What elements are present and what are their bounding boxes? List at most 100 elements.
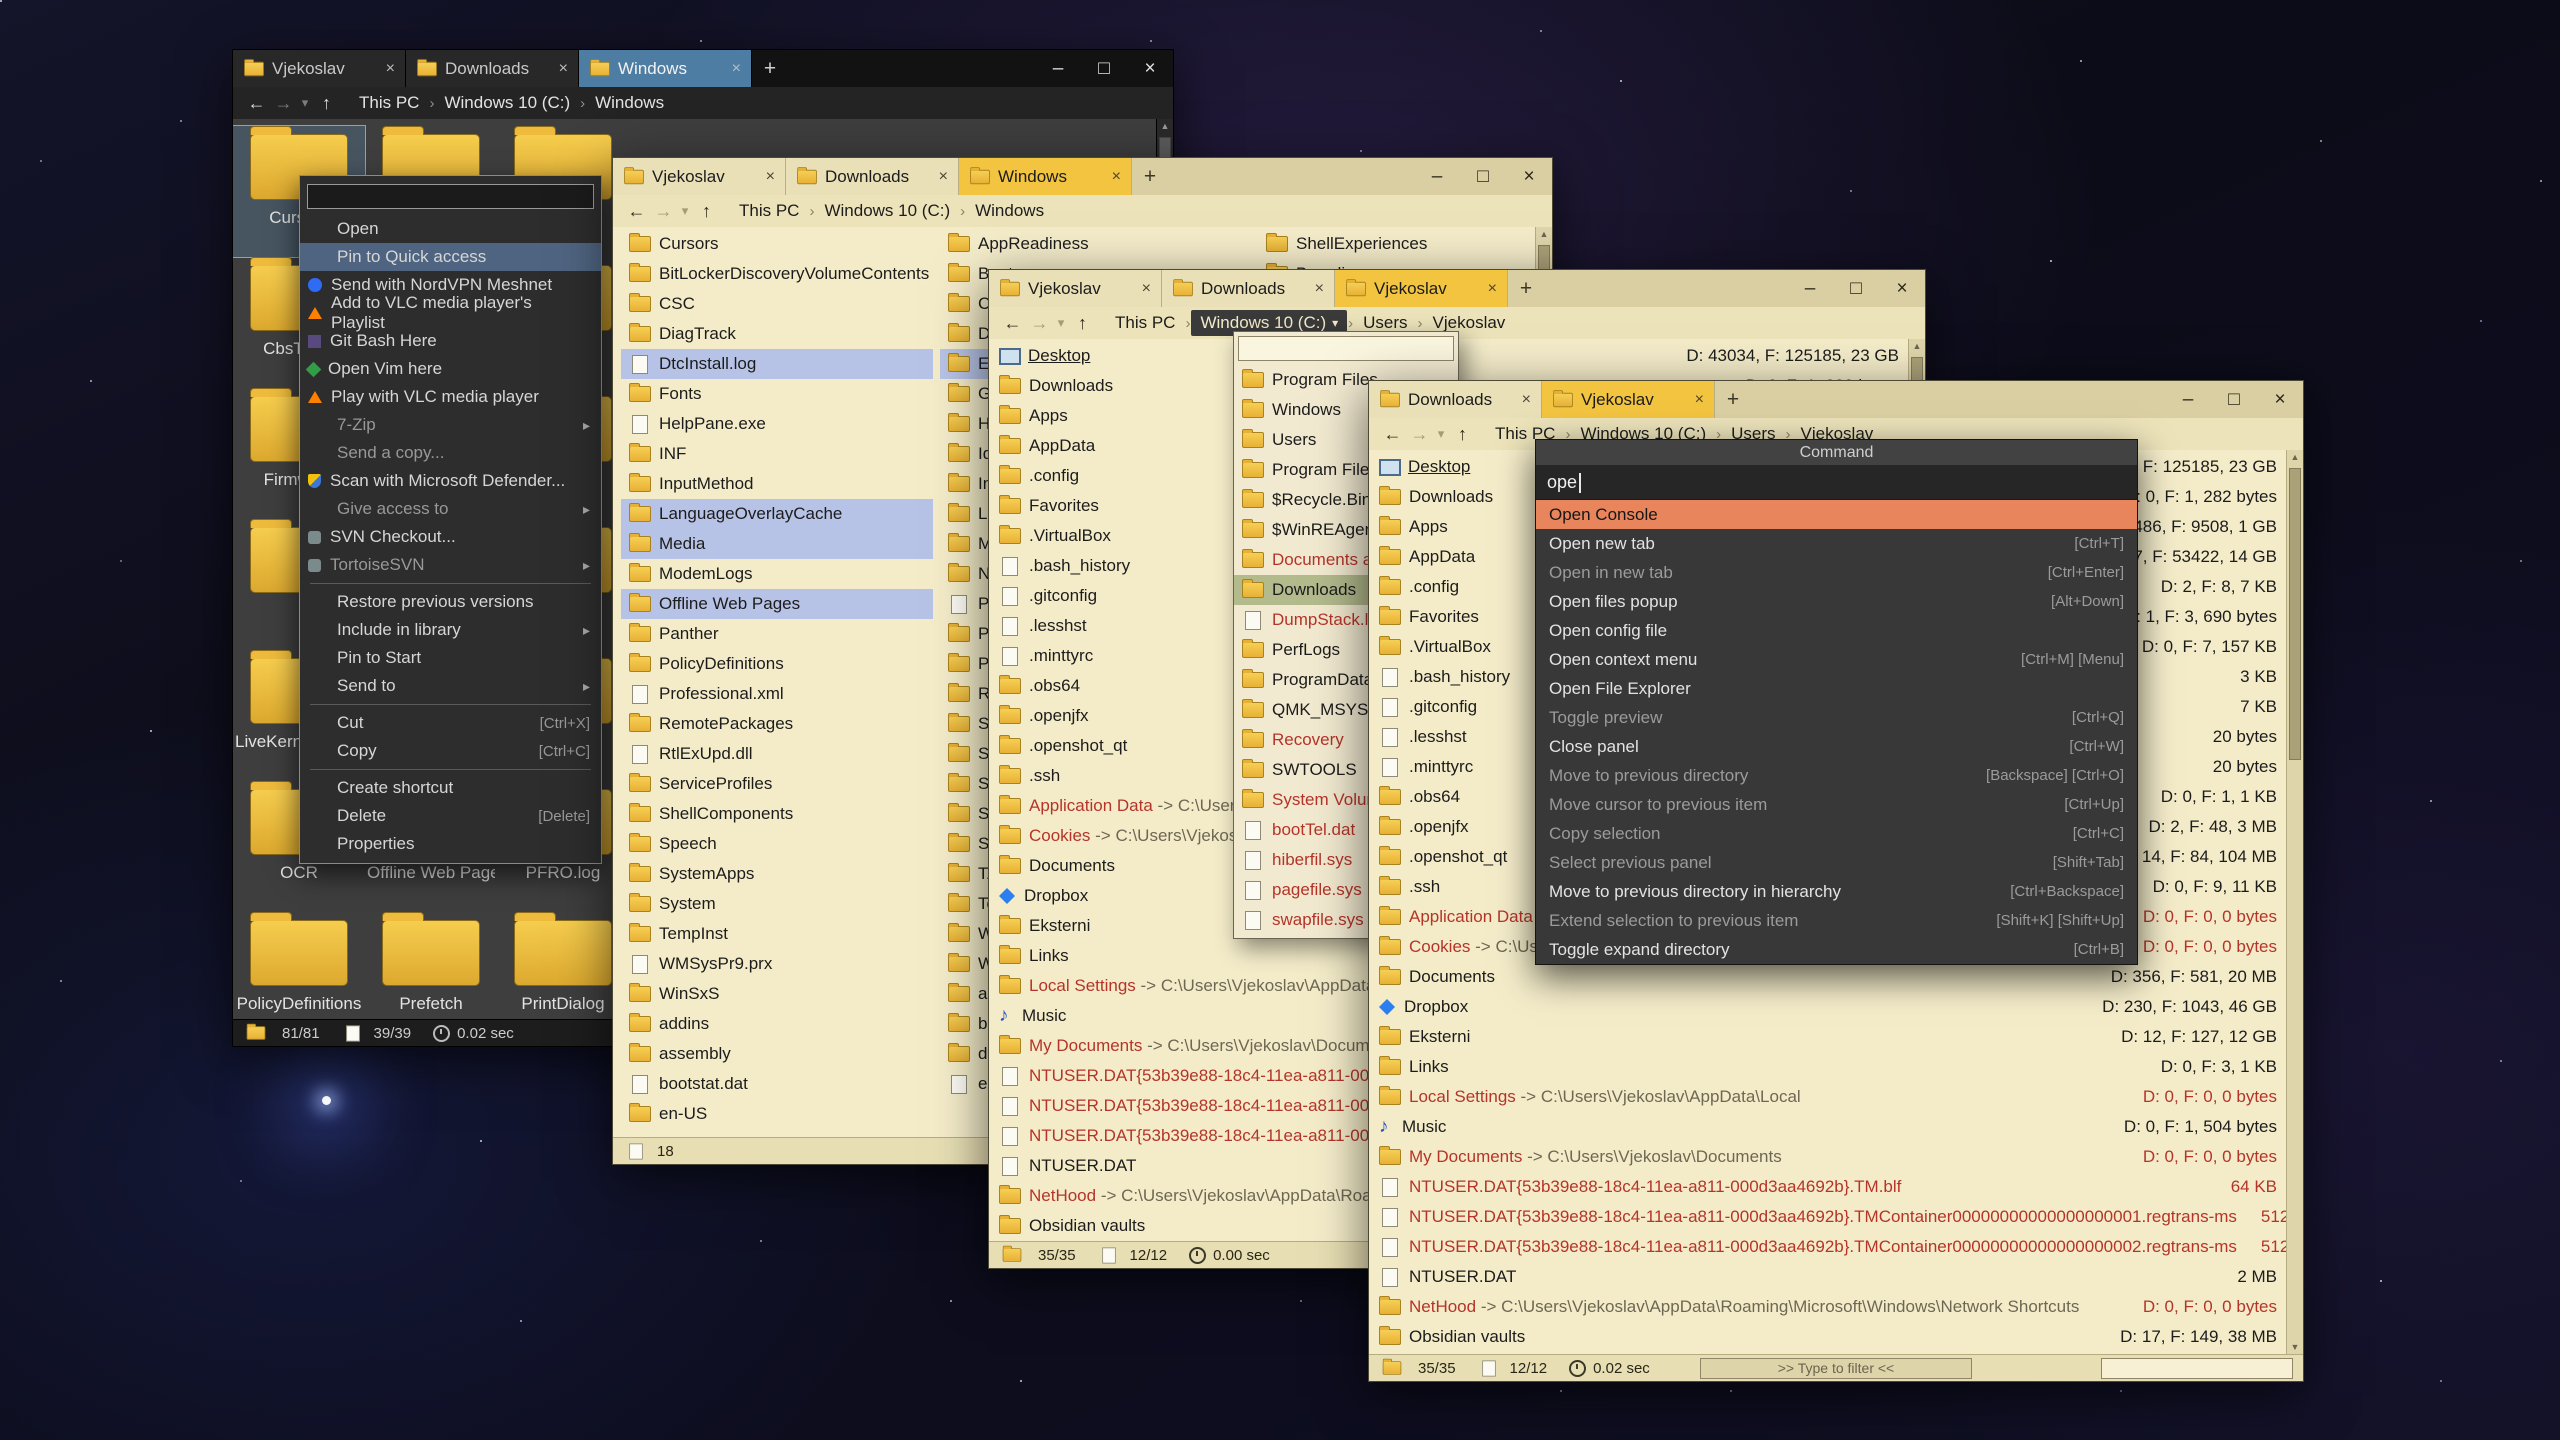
file-row-nethood[interactable]: NetHood -> C:\Users\Vjekoslav\AppData\Ro… bbox=[1369, 1292, 2287, 1322]
tab-vjekoslav-0[interactable]: Vjekoslav× bbox=[613, 158, 786, 195]
file-row-winsxs[interactable]: WinSxS bbox=[621, 979, 933, 1009]
forward-button[interactable]: → bbox=[1026, 313, 1053, 334]
file-row-panther[interactable]: Panther bbox=[621, 619, 933, 649]
file-row-assembly[interactable]: assembly bbox=[621, 1039, 933, 1069]
file-row-diagtrack[interactable]: DiagTrack bbox=[621, 319, 933, 349]
palette-item-open-config-file[interactable]: Open config file bbox=[1536, 616, 2137, 645]
tab-vjekoslav-2[interactable]: Vjekoslav× bbox=[1335, 270, 1508, 307]
file-row-bootstat-dat[interactable]: bootstat.dat bbox=[621, 1069, 933, 1099]
menu-item-pin-to-quick-access[interactable]: Pin to Quick access bbox=[300, 243, 601, 271]
file-row-dropbox[interactable]: DropboxD: 230, F: 1043, 46 GB bbox=[1369, 992, 2287, 1022]
file-row-csc[interactable]: CSC bbox=[621, 289, 933, 319]
crumb-windows-10-c[interactable]: Windows 10 (C:) bbox=[815, 198, 959, 224]
menu-item-tortoisesvn[interactable]: TortoiseSVN▸ bbox=[300, 551, 601, 579]
tab-downloads-1[interactable]: Downloads× bbox=[406, 50, 579, 87]
close-button[interactable]: × bbox=[2257, 381, 2303, 418]
menu-item-properties[interactable]: Properties bbox=[300, 830, 601, 858]
palette-item-close-panel[interactable]: Close panel[Ctrl+W] bbox=[1536, 732, 2137, 761]
new-tab-button[interactable]: + bbox=[1508, 270, 1544, 307]
tab-windows-2[interactable]: Windows× bbox=[959, 158, 1132, 195]
file-row-shellexperiences[interactable]: ShellExperiences bbox=[1258, 229, 1552, 259]
close-button[interactable]: × bbox=[1127, 50, 1173, 87]
history-dropdown-icon[interactable]: ▾ bbox=[1053, 315, 1069, 331]
tab-close-icon[interactable]: × bbox=[559, 60, 568, 78]
file-row-offline-web-pages[interactable]: Offline Web Pages bbox=[621, 589, 933, 619]
forward-button[interactable]: → bbox=[650, 201, 677, 222]
crumb-windows[interactable]: Windows bbox=[586, 90, 673, 116]
menu-item-open[interactable]: Open bbox=[300, 215, 601, 243]
menu-item-create-shortcut[interactable]: Create shortcut bbox=[300, 774, 601, 802]
back-button[interactable]: ← bbox=[1379, 424, 1406, 445]
file-row-addins[interactable]: addins bbox=[621, 1009, 933, 1039]
palette-item-move-to-previous-directory[interactable]: Move to previous directory[Backspace] [C… bbox=[1536, 761, 2137, 790]
tab-close-icon[interactable]: × bbox=[1142, 280, 1151, 298]
minimize-button[interactable]: – bbox=[1035, 50, 1081, 87]
palette-item-toggle-preview[interactable]: Toggle preview[Ctrl+Q] bbox=[1536, 703, 2137, 732]
palette-item-copy-selection[interactable]: Copy selection[Ctrl+C] bbox=[1536, 819, 2137, 848]
file-row-languageoverlaycache[interactable]: LanguageOverlayCache bbox=[621, 499, 933, 529]
forward-button[interactable]: → bbox=[270, 93, 297, 114]
palette-item-open-files-popup[interactable]: Open files popup[Alt+Down] bbox=[1536, 587, 2137, 616]
forward-button[interactable]: → bbox=[1406, 424, 1433, 445]
palette-item-select-previous-panel[interactable]: Select previous panel[Shift+Tab] bbox=[1536, 848, 2137, 877]
back-button[interactable]: ← bbox=[999, 313, 1026, 334]
tab-close-icon[interactable]: × bbox=[1315, 280, 1324, 298]
close-button[interactable]: × bbox=[1879, 270, 1925, 307]
menu-item-7-zip[interactable]: 7-Zip▸ bbox=[300, 411, 601, 439]
file-row-appreadiness[interactable]: AppReadiness bbox=[940, 229, 1252, 259]
palette-item-open-console[interactable]: Open Console bbox=[1536, 500, 2137, 529]
file-row-shellcomponents[interactable]: ShellComponents bbox=[621, 799, 933, 829]
dropdown-filter-input[interactable] bbox=[1238, 336, 1454, 361]
file-row-ntuser-dat-53b39e88-18c4-11ea-a811-000d3aa4692b-tmcontainer00000000000000000002-regtrans-ms[interactable]: NTUSER.DAT{53b39e88-18c4-11ea-a811-000d3… bbox=[1369, 1232, 2287, 1262]
file-row-serviceprofiles[interactable]: ServiceProfiles bbox=[621, 769, 933, 799]
up-button[interactable]: ↑ bbox=[693, 201, 720, 222]
minimize-button[interactable]: – bbox=[2165, 381, 2211, 418]
file-row-bitlockerdiscoveryvolumecontents[interactable]: BitLockerDiscoveryVolumeContents bbox=[621, 259, 933, 289]
file-row-ntuser-dat-53b39e88-18c4-11ea-a811-000d3aa4692b-tmcontainer00000000000000000001-regtrans-ms[interactable]: NTUSER.DAT{53b39e88-18c4-11ea-a811-000d3… bbox=[1369, 1202, 2287, 1232]
file-row-policydefinitions[interactable]: PolicyDefinitions bbox=[621, 649, 933, 679]
status-input-box[interactable] bbox=[2101, 1358, 2293, 1379]
menu-item-give-access-to[interactable]: Give access to▸ bbox=[300, 495, 601, 523]
command-palette-input[interactable]: ope bbox=[1536, 466, 2137, 500]
maximize-button[interactable]: □ bbox=[1460, 158, 1506, 195]
menu-rename-input[interactable] bbox=[307, 184, 594, 209]
palette-item-open-new-tab[interactable]: Open new tab[Ctrl+T] bbox=[1536, 529, 2137, 558]
palette-item-extend-selection-to-previous-item[interactable]: Extend selection to previous item[Shift+… bbox=[1536, 906, 2137, 935]
file-row-wmsyspr9-prx[interactable]: WMSysPr9.prx bbox=[621, 949, 933, 979]
scroll-up-arrow-icon[interactable]: ▲ bbox=[2287, 450, 2303, 465]
file-row-tempinst[interactable]: TempInst bbox=[621, 919, 933, 949]
new-tab-button[interactable]: + bbox=[752, 50, 788, 87]
file-row-fonts[interactable]: Fonts bbox=[621, 379, 933, 409]
file-row-rtlexupd-dll[interactable]: RtlExUpd.dll bbox=[621, 739, 933, 769]
tab-close-icon[interactable]: × bbox=[1522, 391, 1531, 409]
palette-item-open-context-menu[interactable]: Open context menu[Ctrl+M] [Menu] bbox=[1536, 645, 2137, 674]
close-button[interactable]: × bbox=[1506, 158, 1552, 195]
type-to-filter-box[interactable]: >> Type to filter << bbox=[1700, 1358, 1972, 1379]
tab-close-icon[interactable]: × bbox=[386, 60, 395, 78]
icon-grid-item-printdialog[interactable]: PrintDialog bbox=[497, 912, 629, 1020]
tab-close-icon[interactable]: × bbox=[732, 60, 741, 78]
scroll-down-arrow-icon[interactable]: ▼ bbox=[2287, 1340, 2303, 1355]
history-dropdown-icon[interactable]: ▾ bbox=[297, 95, 313, 111]
palette-item-toggle-expand-directory[interactable]: Toggle expand directory[Ctrl+B] bbox=[1536, 935, 2137, 964]
file-row-music[interactable]: ♪MusicD: 0, F: 1, 504 bytes bbox=[1369, 1112, 2287, 1142]
file-row-obsidian-vaults[interactable]: Obsidian vaultsD: 17, F: 149, 38 MB bbox=[1369, 1322, 2287, 1352]
menu-item-copy[interactable]: Copy[Ctrl+C] bbox=[300, 737, 601, 765]
tab-close-icon[interactable]: × bbox=[766, 168, 775, 186]
history-dropdown-icon[interactable]: ▾ bbox=[677, 203, 693, 219]
new-tab-button[interactable]: + bbox=[1132, 158, 1168, 195]
file-row-ntuser-dat[interactable]: NTUSER.DAT2 MB bbox=[1369, 1262, 2287, 1292]
crumb-windows[interactable]: Windows bbox=[966, 198, 1053, 224]
menu-item-send-to[interactable]: Send to▸ bbox=[300, 672, 601, 700]
file-row-en-us[interactable]: en-US bbox=[621, 1099, 933, 1129]
up-button[interactable]: ↑ bbox=[1449, 424, 1476, 445]
palette-item-open-in-new-tab[interactable]: Open in new tab[Ctrl+Enter] bbox=[1536, 558, 2137, 587]
file-row-modemlogs[interactable]: ModemLogs bbox=[621, 559, 933, 589]
file-row-dtcinstall-log[interactable]: DtcInstall.log bbox=[621, 349, 933, 379]
scrollbar[interactable]: ▲▼ bbox=[2286, 450, 2303, 1355]
crumb-this-pc[interactable]: This PC bbox=[730, 198, 808, 224]
file-row-links[interactable]: LinksD: 0, F: 3, 1 KB bbox=[1369, 1052, 2287, 1082]
crumb-windows-10-c[interactable]: Windows 10 (C:) bbox=[435, 90, 579, 116]
file-row-my-documents[interactable]: My Documents -> C:\Users\Vjekoslav\Docum… bbox=[1369, 1142, 2287, 1172]
menu-item-scan-with-microsoft-defender[interactable]: Scan with Microsoft Defender... bbox=[300, 467, 601, 495]
